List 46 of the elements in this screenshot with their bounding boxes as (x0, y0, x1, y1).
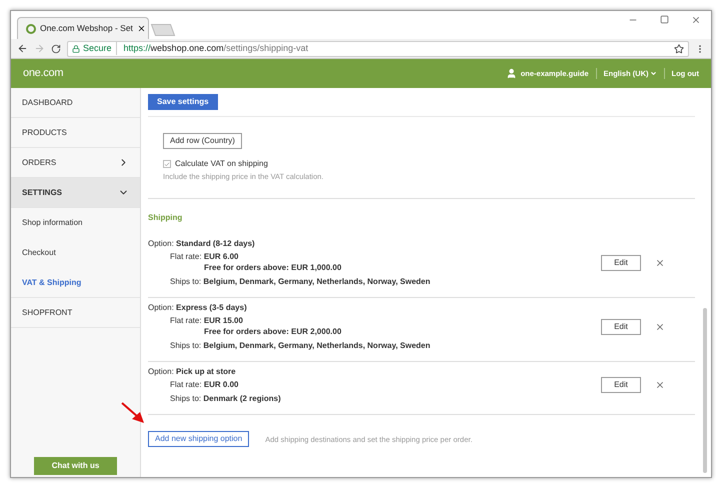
option-text: Option: Pick up at store (148, 367, 236, 376)
sidebar-item[interactable]: DASHBOARD (11, 88, 140, 118)
lock-icon (72, 44, 80, 52)
delete-icon[interactable] (655, 380, 665, 390)
free-shipping-text: Free for orders above: EUR 2,000.00 (204, 327, 342, 336)
secure-label: Secure (83, 42, 117, 56)
back-icon[interactable] (17, 43, 28, 54)
url-text: https://webshop.one.com/settings/shipping-vat (122, 42, 308, 55)
user-icon (506, 68, 517, 79)
shipping-heading: Shipping (148, 212, 184, 224)
maximize-icon[interactable] (660, 15, 669, 24)
save-settings-button[interactable]: Save settings (148, 94, 218, 110)
free-shipping-text: Free for orders above: EUR 1,000.00 (204, 263, 342, 272)
sidebar-item[interactable]: SETTINGS (11, 178, 140, 208)
add-row-button[interactable]: Add row (Country) (163, 133, 242, 149)
flat-rate-text: Flat rate: EUR 0.00 (170, 379, 238, 390)
option-text: Option: Express (3-5 days) (148, 303, 247, 312)
close-icon[interactable] (136, 24, 146, 33)
tab-title: One.com Webshop - Set (40, 22, 133, 35)
edit-button[interactable]: Edit (601, 254, 641, 271)
arrow-drawing (120, 401, 146, 426)
vat-checkbox[interactable] (163, 160, 171, 168)
reload-icon[interactable] (51, 44, 61, 54)
add-shipping-option-button[interactable]: Add new shipping option (148, 431, 250, 448)
caret-icon (650, 70, 656, 77)
delete-icon[interactable] (655, 322, 665, 332)
edit-button[interactable]: Edit (601, 318, 641, 335)
ships-to-text: Ships to: Belgium, Denmark, Germany, Netherlands, Norway, Sweden (170, 277, 430, 286)
option-text: Option: Standard (8-12 days) (148, 239, 255, 248)
flat-rate-text: Flat rate: EUR 6.00 (170, 251, 238, 262)
sidebar-item[interactable]: PRODUCTS (11, 118, 140, 148)
sidebar-item[interactable]: Checkout (11, 238, 140, 268)
sidebar-item[interactable]: Shop information (11, 208, 140, 238)
sidebar-item[interactable]: VAT & Shipping (11, 268, 140, 298)
sidebar-item[interactable]: SHOPFRONT (11, 298, 140, 328)
browser-tab[interactable]: One.com Webshop - Set (17, 17, 149, 39)
flat-rate-text: Flat rate: EUR 15.00 (170, 315, 243, 326)
checkbox-label: Calculate VAT on shipping (175, 158, 268, 170)
delete-icon[interactable] (655, 258, 665, 268)
ships-to-text: Ships to: Belgium, Denmark, Germany, Netherlands, Norway, Sweden (170, 341, 430, 350)
address-field[interactable]: Secure https://webshop.one.com/settings/shipping-vat (67, 40, 689, 56)
ships-to-text: Ships to: Denmark (2 regions) (170, 394, 281, 404)
scrollbar-thumb[interactable] (703, 308, 707, 473)
favicon-icon (26, 24, 36, 34)
bookmark-star-icon[interactable] (674, 44, 684, 54)
edit-button[interactable]: Edit (601, 377, 641, 394)
